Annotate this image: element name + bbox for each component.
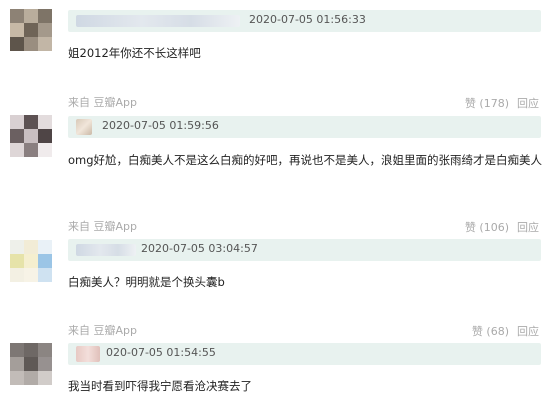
comment-text: 姐2012年你还不长这样吧 <box>68 46 201 60</box>
comment-header: 2020-07-05 01:59:56 <box>68 116 541 138</box>
comment-text: 白痴美人？明明就是个换头囊b <box>68 275 225 289</box>
comment-source: 来自 豆瓣App <box>68 220 137 233</box>
comment-header: 2020-07-05 01:56:33 <box>68 10 541 32</box>
avatar[interactable] <box>10 343 52 385</box>
username[interactable] <box>76 119 92 135</box>
comment-actions: 赞 (106) 回应 <box>465 219 539 235</box>
comment-actions: 赞 (178) 回应 <box>465 95 539 111</box>
username[interactable] <box>76 15 240 27</box>
comment-list: 2020-07-05 01:56:33 姐2012年你还不长这样吧 来自 豆瓣A… <box>0 0 554 408</box>
comment-time: 020-07-05 01:54:55 <box>106 346 216 359</box>
comment-time: 2020-07-05 01:56:33 <box>249 13 366 26</box>
like-button[interactable]: 赞 (106) <box>465 221 509 234</box>
like-button[interactable]: 赞 (68) <box>472 325 509 338</box>
avatar[interactable] <box>10 115 52 157</box>
username[interactable] <box>76 346 100 362</box>
reply-button[interactable]: 回应 <box>517 97 539 110</box>
comment-actions: 赞 (68) 回应 <box>472 323 539 339</box>
comment-text: omg好尬，白痴美人不是这么白痴的好吧，再说也不是美人，浪姐里面的张雨绮才是白痴… <box>68 153 543 167</box>
avatar[interactable] <box>10 240 52 282</box>
like-button[interactable]: 赞 (178) <box>465 97 509 110</box>
comment-source: 来自 豆瓣App <box>68 96 137 109</box>
comment-time: 2020-07-05 03:04:57 <box>141 242 258 255</box>
reply-button[interactable]: 回应 <box>517 325 539 338</box>
avatar[interactable] <box>10 9 52 51</box>
comment-time: 2020-07-05 01:59:56 <box>102 119 219 132</box>
comment-text: 我当时看到吓得我宁愿看沧决赛去了 <box>68 379 252 393</box>
reply-button[interactable]: 回应 <box>517 221 539 234</box>
comment-header: 020-07-05 01:54:55 <box>68 343 541 365</box>
comment-source: 来自 豆瓣App <box>68 324 137 337</box>
username[interactable] <box>76 244 136 256</box>
comment-header: 2020-07-05 03:04:57 <box>68 239 541 261</box>
